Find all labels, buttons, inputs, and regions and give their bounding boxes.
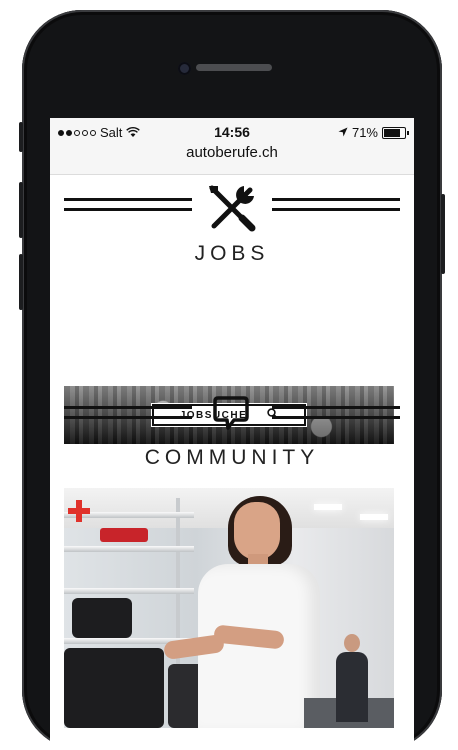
battery-icon [382, 126, 409, 139]
address-bar-url[interactable]: autoberufe.ch [50, 144, 414, 161]
volume-down-button [19, 254, 23, 310]
community-photo[interactable] [64, 488, 394, 728]
tools-icon [206, 184, 256, 237]
location-arrow-icon [338, 125, 348, 140]
volume-up-button [19, 182, 23, 238]
jobs-divider-left [64, 198, 192, 214]
speech-bubble-icon [212, 394, 250, 437]
community-divider-right [272, 406, 400, 422]
community-divider-left [64, 406, 192, 422]
status-bar: Salt 14:56 71% autoberufe.ch [50, 118, 414, 175]
phone-frame: Salt 14:56 71% autoberufe.ch JOBS JOBSUC… [19, 10, 445, 750]
battery-indicator: 71% [338, 125, 409, 140]
jobs-title: JOBS [194, 242, 270, 265]
community-title: COMMUNITY [144, 446, 320, 469]
silent-switch [19, 122, 23, 152]
front-camera [178, 62, 191, 75]
phone-screen: Salt 14:56 71% autoberufe.ch JOBS JOBSUC… [50, 118, 414, 750]
earpiece-speaker [196, 64, 272, 71]
battery-percent: 71% [351, 125, 378, 140]
jobs-divider-right [272, 198, 400, 214]
power-button [441, 194, 445, 274]
